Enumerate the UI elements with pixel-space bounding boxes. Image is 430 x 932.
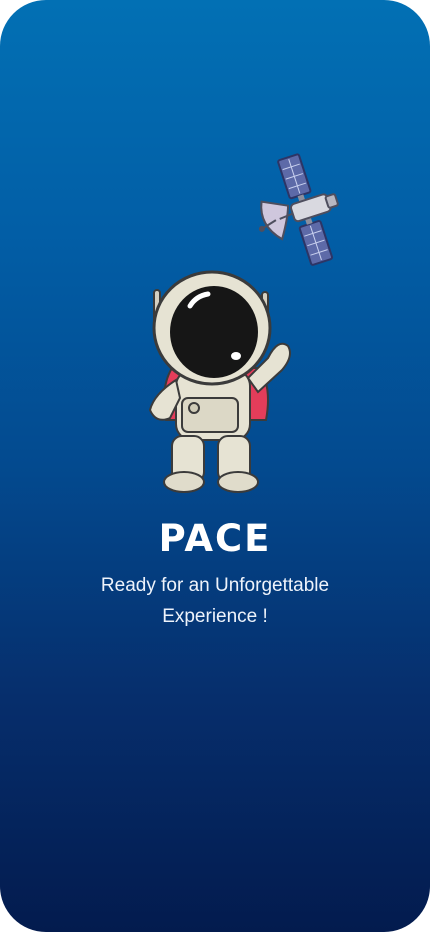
astronaut-icon [148,270,291,493]
satellite-icon [258,153,339,266]
app-title: PACE [158,517,272,560]
tagline-text: Ready for an Unforgettable Experience ! [100,575,330,627]
splash-screen: PACE Ready for an Unforgettable Experien… [0,0,430,932]
